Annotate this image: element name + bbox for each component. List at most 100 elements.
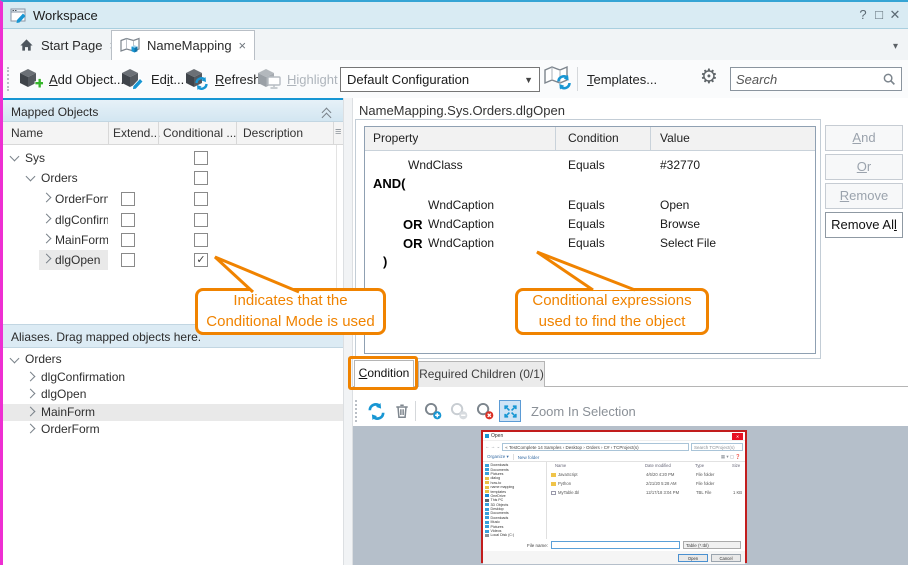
screenshot-buttons-row: Open Cancel — [483, 551, 745, 564]
zoom-in-selection-label: Zoom In Selection — [531, 404, 636, 419]
toolbar-grip[interactable] — [355, 400, 357, 422]
chevron-collapsed-icon[interactable] — [42, 214, 52, 224]
filter-icon[interactable]: ≡ — [335, 126, 341, 138]
extended-find-checkbox[interactable] — [121, 213, 135, 227]
column-conditional[interactable]: Conditional ... — [163, 126, 236, 140]
remove-all-button[interactable]: Remove All — [825, 212, 903, 238]
refresh-icon — [185, 68, 209, 90]
conditional-checkbox[interactable] — [194, 192, 208, 206]
toolbar-grip[interactable] — [7, 67, 9, 91]
tree-row-mainform[interactable]: MainForm — [3, 230, 341, 250]
alias-row-orders[interactable]: Orders — [3, 351, 343, 368]
gear-icon[interactable]: ⚙ — [700, 64, 718, 88]
alias-row-dlgopen[interactable]: dlgOpen — [3, 386, 343, 403]
tab-required-children[interactable]: Required Children (0/1) — [418, 361, 545, 387]
node-label: dlgOpen — [55, 253, 108, 267]
add-object-button[interactable]: Add Object... — [19, 67, 124, 91]
search-field: Search TCProject(s) — [691, 443, 743, 451]
extended-find-checkbox[interactable] — [121, 253, 135, 267]
configurations-button[interactable] — [544, 65, 572, 96]
chevron-down-icon: ▼ — [524, 75, 533, 85]
configuration-dropdown[interactable]: Default Configuration ▼ — [340, 67, 540, 92]
node-label: MainForm — [41, 405, 95, 419]
refresh-button[interactable]: Refresh — [185, 67, 261, 91]
column-name[interactable]: Name — [11, 126, 43, 140]
screenshot-file-list: Name Date modified Type Size JavaScript … — [547, 462, 745, 539]
condition-row[interactable]: WndClass Equals #32770 — [365, 155, 815, 174]
image-toolbar: Zoom In Selection — [353, 395, 908, 426]
or-button[interactable]: Or — [825, 154, 903, 180]
search-input[interactable] — [736, 70, 876, 88]
column-extend[interactable]: Extend... — [113, 126, 160, 140]
chevron-collapsed-icon[interactable] — [26, 389, 36, 399]
testcomplete-workspace-window: Workspace ? □ ✕ Start Page × NameMapping… — [0, 0, 908, 565]
zoom-in-selection-button[interactable] — [499, 400, 521, 422]
chevron-collapsed-icon[interactable] — [26, 424, 36, 434]
edit-button[interactable]: Edit... — [121, 67, 184, 91]
delete-image-button[interactable] — [391, 400, 413, 422]
tab-namemapping[interactable]: NameMapping × — [111, 30, 255, 60]
column-property[interactable]: Property — [373, 131, 418, 145]
chevron-collapsed-icon[interactable] — [26, 372, 36, 382]
node-label: Orders — [25, 352, 62, 366]
toolbar-separator — [577, 67, 578, 91]
zoom-in-button[interactable] — [422, 400, 444, 422]
chevron-expanded-icon[interactable] — [26, 172, 36, 182]
home-icon — [19, 38, 34, 52]
node-label: Orders — [41, 171, 108, 185]
screenshot-nav-sidebar: Downloads Documents Pictures dialog how-… — [483, 462, 547, 539]
chevron-expanded-icon[interactable] — [10, 354, 20, 364]
chevron-collapsed-icon[interactable] — [42, 234, 52, 244]
extended-find-checkbox[interactable] — [121, 233, 135, 247]
highlight-button[interactable]: Highlight — [257, 67, 338, 91]
edit-icon — [121, 68, 145, 90]
zoom-reset-button[interactable] — [474, 400, 496, 422]
tab-label: NameMapping — [147, 38, 232, 53]
help-button[interactable]: ? — [856, 7, 870, 22]
chevron-collapsed-icon[interactable] — [26, 407, 36, 417]
column-condition[interactable]: Condition — [568, 131, 619, 145]
column-description[interactable]: Description — [243, 126, 303, 140]
condition-tab-highlight-annotation — [348, 356, 418, 390]
tree-row-orders[interactable]: Orders — [3, 168, 341, 188]
maximize-button[interactable]: □ — [872, 7, 886, 22]
tree-row-dlgconfirmation[interactable]: dlgConfirmation — [3, 210, 341, 230]
node-label: MainForm — [55, 233, 108, 247]
chevron-expanded-icon[interactable] — [10, 152, 20, 162]
trash-icon — [394, 403, 410, 419]
document-tab-strip: Start Page × NameMapping × ▾ — [3, 29, 908, 60]
refresh-image-button[interactable] — [365, 400, 387, 422]
condition-row[interactable]: OR WndCaption Equals Browse — [365, 214, 815, 233]
tab-close-icon[interactable]: × — [239, 38, 247, 53]
alias-row-dlgconfirmation[interactable]: dlgConfirmation — [3, 369, 343, 386]
alias-row-mainform[interactable]: MainForm — [3, 404, 343, 421]
callout-pointer — [201, 254, 313, 294]
extended-find-checkbox[interactable] — [121, 192, 135, 206]
window-title: Workspace — [33, 8, 98, 23]
callout-pointer — [527, 248, 649, 292]
nav-arrows: ← → ⌄ — [485, 444, 500, 450]
conditional-checkbox[interactable] — [194, 213, 208, 227]
tab-label: Start Page — [41, 38, 102, 53]
alias-row-orderform[interactable]: OrderForm — [3, 421, 343, 438]
templates-button[interactable]: Templates... — [587, 67, 657, 91]
collapse-panel-icon[interactable] — [322, 113, 332, 123]
conditional-checkbox[interactable] — [194, 151, 208, 165]
zoom-out-button-disabled[interactable] — [448, 400, 470, 422]
and-button[interactable]: And — [825, 125, 903, 151]
condition-row[interactable]: WndCaption Equals Open — [365, 195, 815, 214]
tree-row-sys[interactable]: Sys — [3, 148, 341, 168]
breadcrumb: « TestComplete 14 Samples › Desktop › Or… — [502, 443, 689, 451]
chevron-collapsed-icon[interactable] — [42, 193, 52, 203]
conditional-checkbox[interactable] — [194, 233, 208, 247]
file-name-label: File name: — [527, 543, 548, 548]
tab-start-page[interactable]: Start Page × — [11, 31, 125, 59]
remove-button[interactable]: Remove — [825, 183, 903, 209]
node-label: dlgConfirmation — [55, 213, 108, 227]
tree-row-orderform[interactable]: OrderForm — [3, 189, 341, 209]
close-button[interactable]: ✕ — [888, 7, 902, 23]
namemapping-toolbar: Add Object... Edit... Refresh — [3, 60, 908, 98]
conditional-checkbox[interactable] — [194, 171, 208, 185]
tab-list-dropdown-icon[interactable]: ▾ — [893, 41, 898, 52]
column-value[interactable]: Value — [660, 131, 690, 145]
